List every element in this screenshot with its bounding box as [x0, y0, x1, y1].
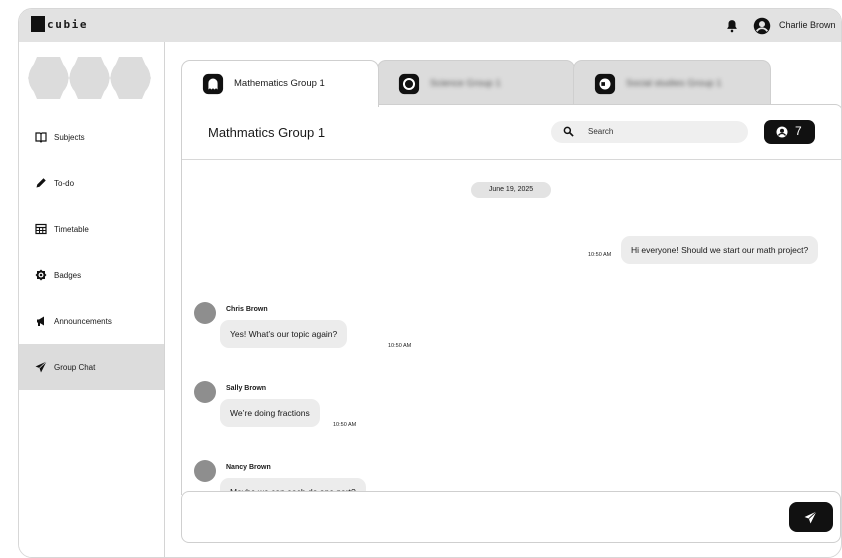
- sidebar-item-group-chat[interactable]: Group Chat: [19, 344, 164, 390]
- tab-label: Social studies Group 1: [626, 78, 722, 89]
- message-sender: Nancy Brown: [226, 464, 271, 471]
- search-placeholder: Search: [588, 127, 614, 136]
- message-sender: Chris Brown: [226, 306, 268, 313]
- user-icon: [776, 126, 788, 138]
- message-list[interactable]: June 19, 2025 10:50 AM Hi everyone! Shou…: [182, 160, 841, 495]
- message-bubble[interactable]: Yes! What’s our topic again?: [220, 320, 348, 348]
- planet-icon: [398, 73, 420, 95]
- avatar[interactable]: [194, 460, 216, 482]
- search-input[interactable]: Search: [551, 121, 748, 143]
- message-input[interactable]: [192, 502, 776, 532]
- badge-icon: [35, 269, 47, 281]
- tab-label: Science Group 1: [430, 78, 501, 89]
- avatar[interactable]: [194, 381, 216, 403]
- message-time: 10:50 AM: [333, 422, 357, 428]
- logo-mark: [31, 16, 45, 32]
- sidebar: Subjects To-do Timetable Badges Announce…: [19, 42, 165, 557]
- logo-text: cubie: [47, 17, 89, 31]
- sidebar-item-label: Group Chat: [54, 362, 96, 372]
- sidebar-item-label: Subjects: [54, 132, 85, 142]
- bell-icon[interactable]: [725, 19, 739, 33]
- logo[interactable]: cubie: [31, 16, 88, 32]
- calendar-grid-icon: [35, 223, 47, 235]
- message-composer: [181, 491, 841, 543]
- sidebar-item-announcements[interactable]: Announcements: [19, 298, 164, 344]
- sidebar-item-to-do[interactable]: To-do: [19, 160, 164, 206]
- globe-icon: [594, 73, 616, 95]
- sidebar-item-subjects[interactable]: Subjects: [19, 114, 164, 160]
- sidebar-item-timetable[interactable]: Timetable: [19, 206, 164, 252]
- sidebar-item-label: Timetable: [54, 224, 89, 234]
- ghost-icon: [202, 73, 224, 95]
- tab-mathematics-group-1[interactable]: Mathematics Group 1: [181, 60, 379, 107]
- message-bubble-own[interactable]: Hi everyone! Should we start our math pr…: [621, 236, 819, 264]
- megaphone-icon: [37, 316, 44, 326]
- date-separator: June 19, 2025: [471, 182, 551, 198]
- pencil-icon: [36, 178, 46, 188]
- user-avatar-icon[interactable]: [753, 17, 771, 35]
- user-name[interactable]: Charlie Brown: [779, 20, 836, 30]
- members-button[interactable]: 7: [764, 120, 815, 144]
- chat-panel: Mathmatics Group 1 Search 7 June 19, 202…: [181, 104, 841, 495]
- message-bubble[interactable]: We’re doing fractions: [220, 399, 320, 427]
- sidebar-item-label: Announcements: [54, 316, 112, 326]
- member-count: 7: [795, 124, 802, 138]
- chat-title: Mathmatics Group 1: [208, 125, 326, 140]
- sidebar-item-label: To-do: [54, 178, 75, 188]
- message-time: 10:50 AM: [588, 252, 612, 258]
- avatar[interactable]: [194, 302, 216, 324]
- message-sender: Sally Brown: [226, 385, 267, 392]
- message-time: 10:50 AM: [388, 343, 412, 349]
- send-icon: [804, 511, 817, 524]
- tab-label: Mathematics Group 1: [234, 78, 325, 89]
- profile-hexagons: [28, 57, 151, 99]
- book-icon: [35, 132, 47, 143]
- app-window: cubie Charlie Brown Subjects To-do Timet…: [18, 8, 842, 558]
- sidebar-item-label: Badges: [54, 270, 82, 280]
- tab-social-studies-group-1[interactable]: Social studies Group 1: [573, 60, 771, 106]
- send-button[interactable]: [789, 502, 833, 532]
- sidebar-item-badges[interactable]: Badges: [19, 252, 164, 298]
- search-icon: [563, 126, 574, 137]
- paper-plane-icon: [35, 361, 47, 373]
- tab-science-group-1[interactable]: Science Group 1: [377, 60, 575, 106]
- top-bar: cubie Charlie Brown: [19, 9, 841, 42]
- chat-header: Mathmatics Group 1 Search 7: [182, 105, 841, 160]
